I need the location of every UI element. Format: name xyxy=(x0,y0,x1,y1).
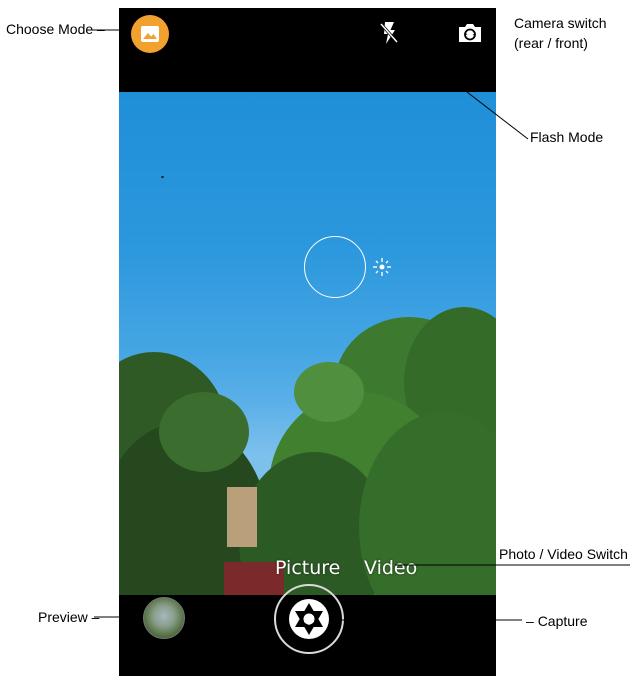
building-sliver xyxy=(227,487,257,547)
mode-picture[interactable]: Picture xyxy=(275,557,340,579)
capture-button[interactable] xyxy=(274,584,344,654)
callout-photo-video-switch: Photo / Video Switch xyxy=(499,546,628,562)
brightness-icon[interactable] xyxy=(372,257,392,277)
callout-flash-mode: Flash Mode xyxy=(530,129,604,145)
flash-mode-button[interactable] xyxy=(377,20,401,46)
bird-speck xyxy=(161,176,164,178)
callout-camera-switch: Camera switch xyxy=(514,15,607,31)
callout-preview: Preview – xyxy=(38,609,100,625)
preview-thumbnail[interactable] xyxy=(143,597,185,639)
viewfinder[interactable] xyxy=(119,92,496,595)
shutter-aperture-icon xyxy=(289,599,329,639)
photo-video-switch: Picture Video xyxy=(119,557,496,581)
focus-ring[interactable] xyxy=(304,236,366,298)
callout-camera-switch-sub: (rear / front) xyxy=(514,35,588,51)
callout-choose-mode: Choose Mode – xyxy=(6,21,105,37)
choose-mode-button[interactable] xyxy=(131,15,169,53)
image-icon xyxy=(141,26,159,42)
flash-off-icon xyxy=(379,22,399,44)
camera-screen: Picture Video xyxy=(119,8,496,676)
camera-switch-icon xyxy=(459,24,481,42)
mode-video[interactable]: Video xyxy=(364,557,417,579)
callout-capture: – Capture xyxy=(526,613,588,629)
camera-switch-button[interactable] xyxy=(456,20,484,46)
